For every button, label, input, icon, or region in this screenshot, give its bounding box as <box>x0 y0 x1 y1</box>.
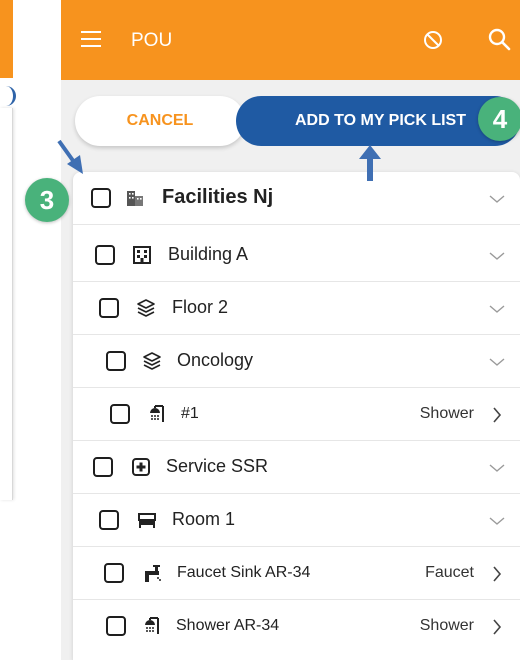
previous-button-edge <box>2 86 16 106</box>
step-4-badge: 4 <box>478 97 520 141</box>
tree-row[interactable]: Faucet Sink AR-34 Faucet <box>73 547 520 600</box>
building-icon <box>127 191 143 206</box>
cancel-button[interactable]: CANCEL <box>75 96 245 146</box>
chevron-down-icon[interactable] <box>488 190 506 208</box>
plus-square-icon <box>132 458 150 476</box>
row-checkbox[interactable] <box>95 245 115 265</box>
layers-icon <box>137 299 155 317</box>
shower-icon <box>150 405 164 422</box>
row-label: Service SSR <box>166 456 269 476</box>
row-label: Faucet Sink AR-34 <box>177 564 311 581</box>
chevron-down-icon[interactable] <box>488 300 506 318</box>
step-3-arrow <box>57 139 83 174</box>
menu-icon[interactable] <box>81 31 101 47</box>
tree-row[interactable]: Room 1 <box>73 494 520 547</box>
tree-row[interactable]: Facilities Nj <box>73 172 520 225</box>
row-checkbox[interactable] <box>106 616 126 636</box>
step-4-arrow <box>359 145 381 181</box>
tree-row[interactable]: Oncology <box>73 335 520 388</box>
row-checkbox[interactable] <box>99 510 119 530</box>
chevron-right-icon[interactable] <box>488 406 506 424</box>
row-label: Facilities Nj <box>162 186 274 208</box>
row-checkbox[interactable] <box>91 188 111 208</box>
layers-icon <box>143 352 161 370</box>
tree-row[interactable]: Building A <box>73 229 520 282</box>
row-checkbox[interactable] <box>93 457 113 477</box>
row-checkbox[interactable] <box>99 298 119 318</box>
row-label: Shower AR-34 <box>176 617 280 634</box>
chevron-down-icon[interactable] <box>488 459 506 477</box>
block-icon[interactable] <box>423 30 443 50</box>
phone-screen: POU CANCEL ADD TO MY PICK LIST Facilitie… <box>61 0 520 660</box>
row-label: #1 <box>181 405 199 422</box>
row-checkbox[interactable] <box>110 404 130 424</box>
bed-icon <box>138 513 156 528</box>
row-checkbox[interactable] <box>104 563 124 583</box>
row-checkbox[interactable] <box>106 351 126 371</box>
previous-screen-edge <box>0 0 16 660</box>
step-3-badge: 3 <box>25 178 69 222</box>
previous-card-edge <box>0 108 13 500</box>
row-type: Shower <box>419 617 474 634</box>
faucet-icon <box>145 565 161 582</box>
chevron-down-icon[interactable] <box>488 247 506 265</box>
row-type: Faucet <box>425 564 474 581</box>
shower-icon <box>145 617 159 634</box>
row-label: Floor 2 <box>172 297 229 317</box>
chevron-right-icon[interactable] <box>488 565 506 583</box>
row-type: Shower <box>419 405 474 422</box>
search-icon[interactable] <box>487 27 511 51</box>
tree-row[interactable]: #1 Shower <box>73 388 520 441</box>
row-label: Room 1 <box>172 509 236 529</box>
chevron-right-icon[interactable] <box>488 618 506 636</box>
row-label: Building A <box>168 244 249 264</box>
app-bar: POU <box>61 0 520 80</box>
location-tree: Facilities Nj Building A Floor 2 Oncolog… <box>73 172 520 660</box>
chevron-down-icon[interactable] <box>488 353 506 371</box>
tree-row[interactable]: Shower AR-34 Shower <box>73 600 520 653</box>
app-title: POU <box>131 30 173 51</box>
chevron-down-icon[interactable] <box>488 512 506 530</box>
tree-row[interactable]: Floor 2 <box>73 282 520 335</box>
building-grid-icon <box>133 246 151 264</box>
tree-row[interactable]: Service SSR <box>73 441 520 494</box>
row-label: Oncology <box>177 350 254 370</box>
previous-appbar-edge <box>0 0 13 78</box>
